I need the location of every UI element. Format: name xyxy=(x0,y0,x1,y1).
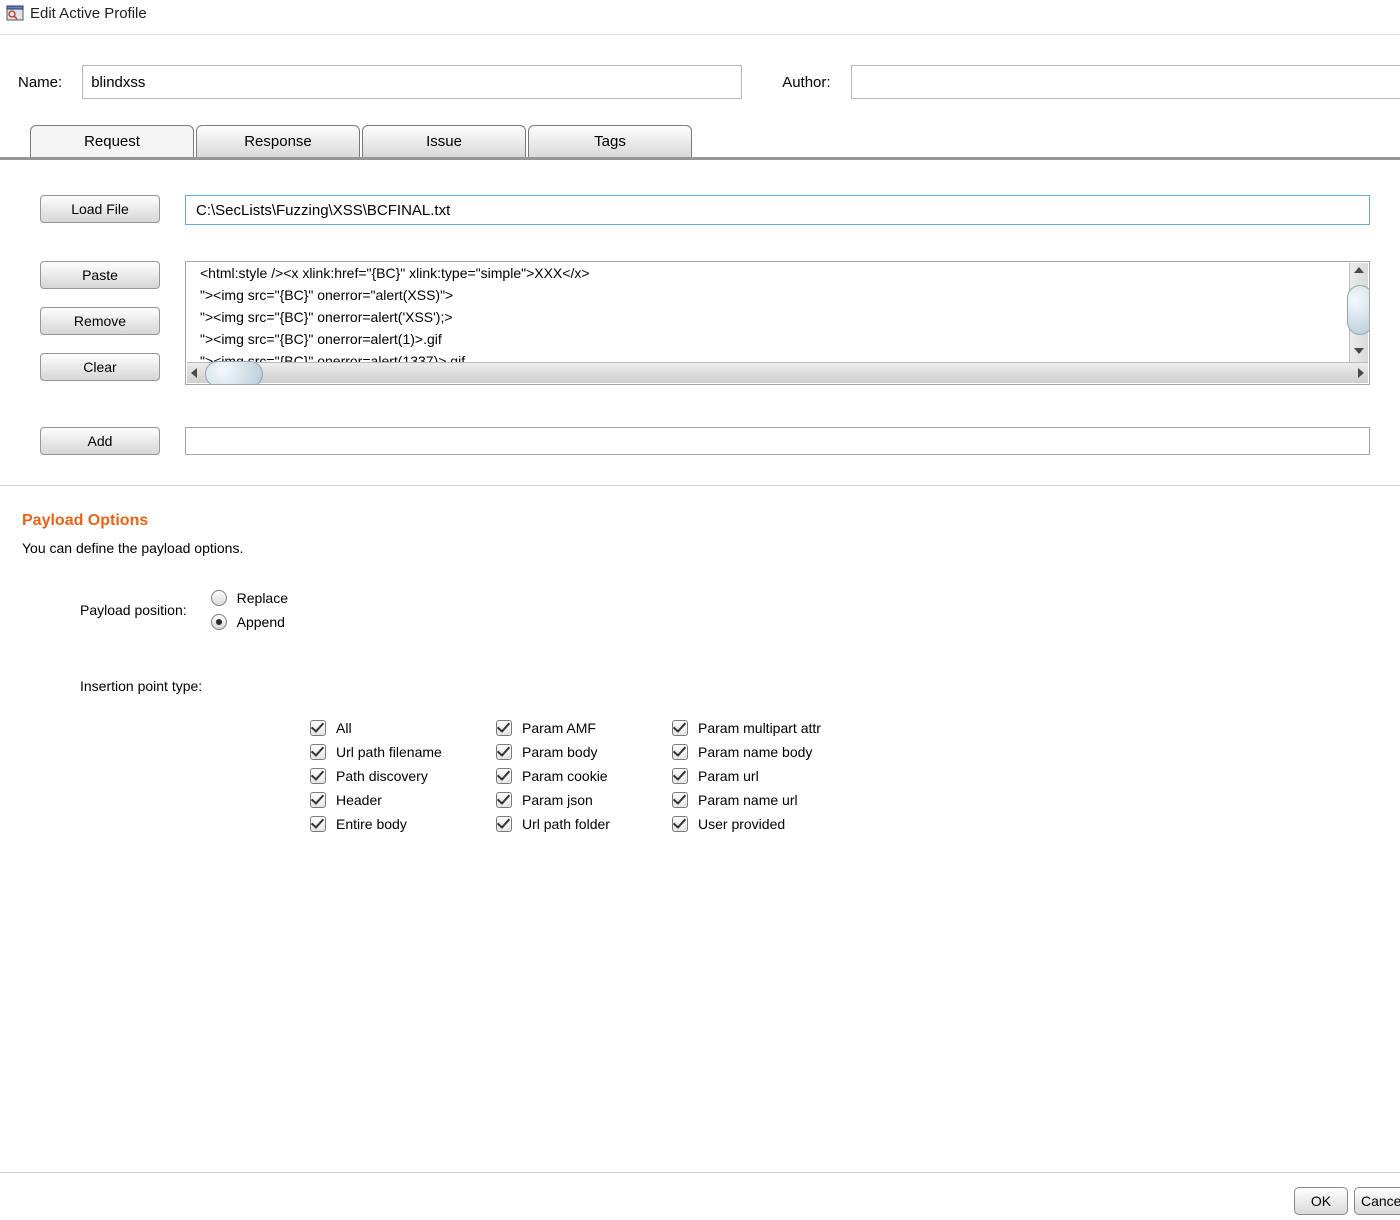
payload-options-title: Payload Options xyxy=(0,486,1400,530)
scroll-right-icon[interactable] xyxy=(1358,368,1364,378)
ok-button[interactable]: OK xyxy=(1294,1187,1348,1215)
scrollbar-thumb[interactable] xyxy=(1347,285,1370,335)
check-url-path-filename[interactable]: Url path filename xyxy=(310,744,470,760)
cancel-button[interactable]: Cance xyxy=(1354,1187,1400,1215)
check-url-path-folder[interactable]: Url path folder xyxy=(496,816,646,832)
check-param-name-body[interactable]: Param name body xyxy=(672,744,821,760)
clear-button[interactable]: Clear xyxy=(40,353,160,381)
check-param-json[interactable]: Param json xyxy=(496,792,646,808)
scroll-up-icon[interactable] xyxy=(1354,267,1364,273)
check-param-multipart-attr[interactable]: Param multipart attr xyxy=(672,720,821,736)
payload-position-row: Payload position: Replace Append xyxy=(80,586,1400,634)
tab-issue[interactable]: Issue xyxy=(362,125,526,157)
remove-button[interactable]: Remove xyxy=(40,307,160,335)
list-item[interactable]: "><img src="{BC}" onerror="alert(XSS)"> xyxy=(186,284,1369,306)
check-param-amf[interactable]: Param AMF xyxy=(496,720,646,736)
add-button[interactable]: Add xyxy=(40,427,160,455)
name-field[interactable] xyxy=(82,65,742,99)
radio-append[interactable]: Append xyxy=(211,614,288,630)
vertical-scrollbar[interactable] xyxy=(1349,263,1368,362)
insertion-point-label: Insertion point type: xyxy=(80,678,1400,694)
check-param-cookie[interactable]: Param cookie xyxy=(496,768,646,784)
horizontal-scrollbar[interactable] xyxy=(187,362,1368,383)
check-all[interactable]: All xyxy=(310,720,470,736)
check-entire-body[interactable]: Entire body xyxy=(310,816,470,832)
list-item[interactable]: <html:style /><x xlink:href="{BC}" xlink… xyxy=(186,262,1369,284)
list-item[interactable]: "><img src="{BC}" onerror=alert('XSS');> xyxy=(186,306,1369,328)
check-param-url[interactable]: Param url xyxy=(672,768,821,784)
check-param-name-url[interactable]: Param name url xyxy=(672,792,821,808)
tab-response[interactable]: Response xyxy=(196,125,360,157)
tab-tags[interactable]: Tags xyxy=(528,125,692,157)
payload-position-label: Payload position: xyxy=(80,602,187,618)
check-user-provided[interactable]: User provided xyxy=(672,816,821,832)
radio-replace-label: Replace xyxy=(237,590,288,606)
author-field[interactable] xyxy=(851,65,1400,99)
scrollbar-thumb[interactable] xyxy=(205,361,263,385)
app-icon xyxy=(6,4,24,22)
radio-append-label: Append xyxy=(237,614,285,630)
tabs: Request Response Issue Tags Load File Pa… xyxy=(0,125,1400,486)
check-param-body[interactable]: Param body xyxy=(496,744,646,760)
header-row: Name: Author: xyxy=(0,35,1400,119)
paste-button[interactable]: Paste xyxy=(40,261,160,289)
window-titlebar: Edit Active Profile xyxy=(0,0,1400,26)
author-label: Author: xyxy=(782,74,830,91)
payload-options-desc: You can define the payload options. xyxy=(0,530,1400,556)
scroll-left-icon[interactable] xyxy=(191,368,197,378)
dialog-footer: OK Cance xyxy=(0,1172,1400,1215)
radio-replace[interactable]: Replace xyxy=(211,590,288,606)
scroll-down-icon[interactable] xyxy=(1354,348,1364,354)
insertion-checkbox-grid: All Url path filename Path discovery Hea… xyxy=(310,712,1400,840)
check-header[interactable]: Header xyxy=(310,792,470,808)
window-title: Edit Active Profile xyxy=(30,5,147,22)
list-item[interactable]: "><img src="{BC}" onerror=alert(1)>.gif xyxy=(186,328,1369,350)
tab-request[interactable]: Request xyxy=(30,125,194,157)
tab-body: Load File Paste Remove Clear <html:style… xyxy=(0,160,1400,486)
check-path-discovery[interactable]: Path discovery xyxy=(310,768,470,784)
load-file-button[interactable]: Load File xyxy=(40,195,160,223)
payload-listbox[interactable]: <html:style /><x xlink:href="{BC}" xlink… xyxy=(185,261,1370,385)
add-input[interactable] xyxy=(185,427,1370,455)
name-label: Name: xyxy=(18,74,62,91)
file-path-input[interactable] xyxy=(185,195,1370,225)
